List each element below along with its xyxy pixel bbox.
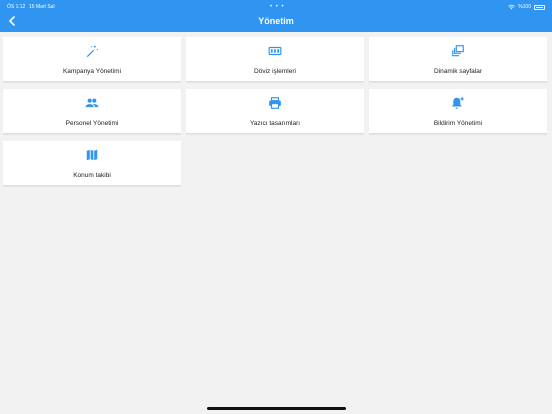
menu-item-label: Konum takibi xyxy=(73,172,111,179)
multitasking-dots[interactable]: • • • xyxy=(270,3,285,11)
magic-wand-icon xyxy=(86,45,99,58)
page-title: Yönetim xyxy=(258,16,294,26)
wifi-icon xyxy=(508,4,515,10)
printer-icon xyxy=(269,97,281,109)
menu-item-kampanya[interactable]: Kampanya Yönetimi xyxy=(3,37,181,82)
menu-item-label: Kampanya Yönetimi xyxy=(62,68,122,75)
menu-item-label: Yazıcı tasarımları xyxy=(249,120,301,127)
menu-item-label: Döviz işlemleri xyxy=(254,68,296,75)
menu-item-yazici[interactable]: Yazıcı tasarımları xyxy=(186,89,364,134)
currency-exchange-icon xyxy=(268,46,282,56)
battery-icon xyxy=(534,4,545,10)
status-date: 15 Mart Sal xyxy=(29,4,55,10)
people-icon xyxy=(85,98,99,108)
menu-item-dinamik[interactable]: Dinamik sayfalar xyxy=(369,37,547,82)
layers-icon xyxy=(452,45,464,57)
notification-add-icon xyxy=(452,97,464,109)
home-indicator[interactable] xyxy=(207,407,346,410)
menu-item-doviz[interactable]: Döviz işlemleri xyxy=(186,37,364,82)
menu-item-bildirim[interactable]: Bildirim Yönetimi xyxy=(369,89,547,134)
battery-percent: %100 xyxy=(518,4,531,10)
menu-item-konum[interactable]: Konum takibi xyxy=(3,141,181,186)
menu-item-label: Bildirim Yönetimi xyxy=(433,120,483,127)
status-bar: ÖS 1:12 15 Mart Sal • • • %100 xyxy=(0,3,552,11)
menu-item-personel[interactable]: Personel Yönetimi xyxy=(3,89,181,134)
status-right: %100 xyxy=(508,3,545,11)
app-header: ÖS 1:12 15 Mart Sal • • • %100 Yönetim xyxy=(0,0,552,32)
menu-item-label: Personel Yönetimi xyxy=(65,120,119,127)
map-icon xyxy=(86,149,98,161)
menu-item-label: Dinamik sayfalar xyxy=(433,68,483,75)
status-time: ÖS 1:12 xyxy=(7,4,26,10)
